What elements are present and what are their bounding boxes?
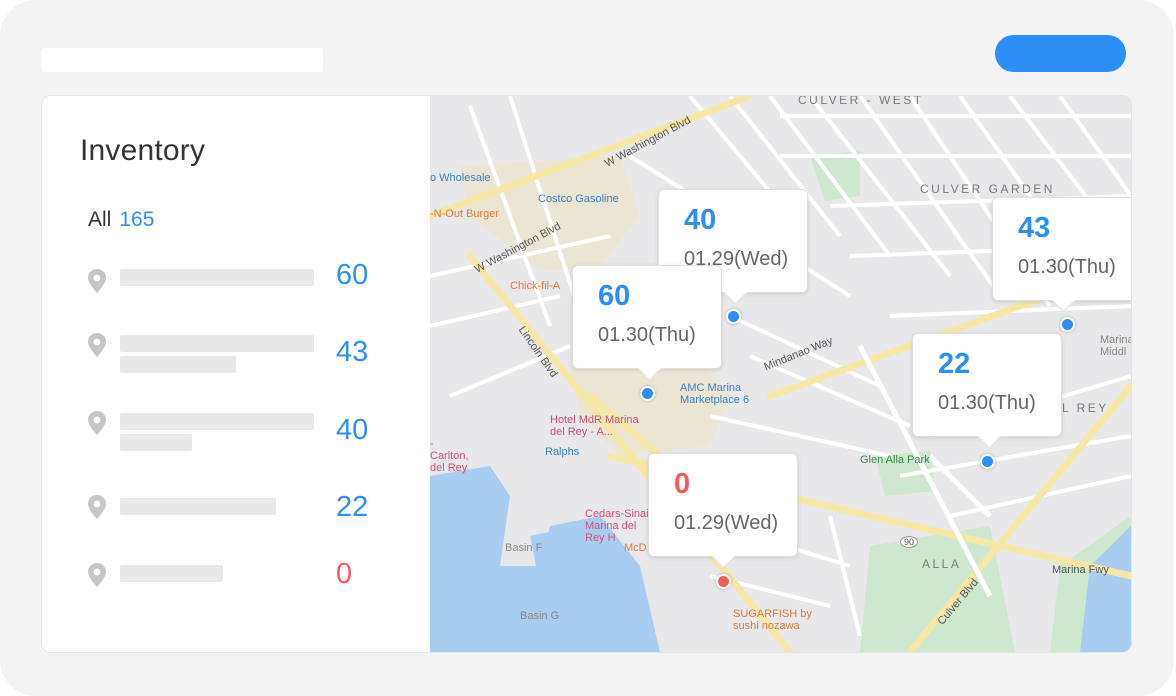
- map-label-district: ALLA: [922, 557, 962, 571]
- map-label-water: Basin G: [520, 610, 560, 622]
- map-label-district: CULVER - WEST: [798, 96, 924, 107]
- map-label-district: CULVER GARDEN: [920, 182, 1055, 196]
- title-placeholder: [41, 48, 323, 72]
- inventory-item[interactable]: 0: [86, 558, 406, 602]
- map-label-poi: Cedars-Sinai Marina del Rey H: [585, 508, 649, 544]
- callout-value: 60: [598, 280, 631, 312]
- location-marker[interactable]: [980, 454, 995, 469]
- map-label-poi: Ralphs: [545, 446, 580, 458]
- item-name-placeholder: [120, 565, 223, 582]
- callout-value: 43: [1018, 212, 1051, 244]
- item-name-placeholder: [120, 413, 314, 430]
- callout-date: 01.29(Wed): [674, 512, 779, 534]
- item-count: 60: [336, 259, 369, 291]
- location-pin-icon: [88, 495, 106, 519]
- inventory-title: Inventory: [80, 134, 206, 167]
- map-label-poi: McD: [624, 542, 647, 554]
- item-count: 0: [336, 558, 353, 590]
- map-label-poi: SUGARFISH by sushi nozawa: [733, 608, 812, 632]
- item-name-placeholder: [120, 335, 314, 352]
- inventory-callout[interactable]: 43 01.30(Thu): [992, 197, 1131, 313]
- inventory-item[interactable]: 43: [86, 332, 406, 382]
- action-button[interactable]: [995, 35, 1126, 72]
- callout-date: 01.30(Thu): [598, 324, 696, 346]
- map-label-poi: o Wholesale: [430, 172, 491, 184]
- callout-date: 01.30(Thu): [938, 392, 1036, 414]
- map-label-poi: -N-Out Burger: [430, 208, 500, 220]
- map-label-district: L REY: [1062, 401, 1109, 415]
- inventory-item[interactable]: 40: [86, 410, 406, 460]
- app-frame: Inventory All 165 60 43 40 22 0 CULVER -…: [0, 0, 1174, 696]
- item-count: 43: [336, 336, 369, 368]
- location-pin-icon: [88, 563, 106, 587]
- location-pin-icon: [88, 269, 106, 293]
- map-view[interactable]: CULVER - WEST CULVER GARDEN L REY ALLA o…: [430, 96, 1131, 652]
- callout-value: 22: [938, 348, 971, 380]
- location-marker[interactable]: [716, 574, 731, 589]
- map-label-poi: -Carlton, del Rey: [430, 438, 469, 474]
- item-count: 22: [336, 491, 369, 523]
- map-label-poi: AMC Marina Marketplace 6: [680, 382, 750, 406]
- item-address-placeholder: [120, 356, 236, 373]
- map-label-poi: Costco Gasoline: [538, 193, 619, 205]
- map-label-water: Basin F: [505, 542, 543, 554]
- location-marker[interactable]: [726, 309, 741, 324]
- location-marker[interactable]: [1060, 317, 1075, 332]
- callout-date: 01.30(Thu): [1018, 256, 1116, 278]
- item-address-placeholder: [120, 434, 192, 451]
- inventory-callout[interactable]: 60 01.30(Thu): [572, 265, 722, 381]
- all-label: All: [88, 208, 112, 231]
- map-label-poi: Hotel MdR Marina del Rey - A...: [550, 414, 639, 438]
- item-name-placeholder: [120, 269, 314, 286]
- all-count: 165: [119, 208, 155, 231]
- inventory-callout[interactable]: 22 01.30(Thu): [912, 333, 1062, 449]
- map-label-road: Marina Fwy: [1052, 564, 1109, 576]
- map-label-park: Glen Alla Park: [860, 454, 930, 466]
- callout-value: 0: [674, 468, 691, 500]
- inventory-card: Inventory All 165 60 43 40 22 0 CULVER -…: [41, 95, 1132, 653]
- inventory-item[interactable]: 22: [86, 491, 406, 534]
- map-label-poi: Chick-fil-A: [510, 280, 561, 292]
- item-count: 40: [336, 414, 369, 446]
- inventory-panel: Inventory All 165 60 43 40 22 0: [42, 96, 430, 652]
- inventory-item[interactable]: 60: [86, 259, 406, 304]
- all-filter[interactable]: All 165: [88, 208, 154, 232]
- map-label-district: Marina Middl: [1100, 334, 1131, 358]
- location-pin-icon: [88, 333, 106, 357]
- location-pin-icon: [88, 411, 106, 435]
- location-marker[interactable]: [640, 386, 655, 401]
- inventory-callout[interactable]: 0 01.29(Wed): [648, 453, 798, 569]
- item-name-placeholder: [120, 498, 276, 515]
- route-shield-icon: 90: [900, 536, 919, 548]
- callout-value: 40: [684, 204, 717, 236]
